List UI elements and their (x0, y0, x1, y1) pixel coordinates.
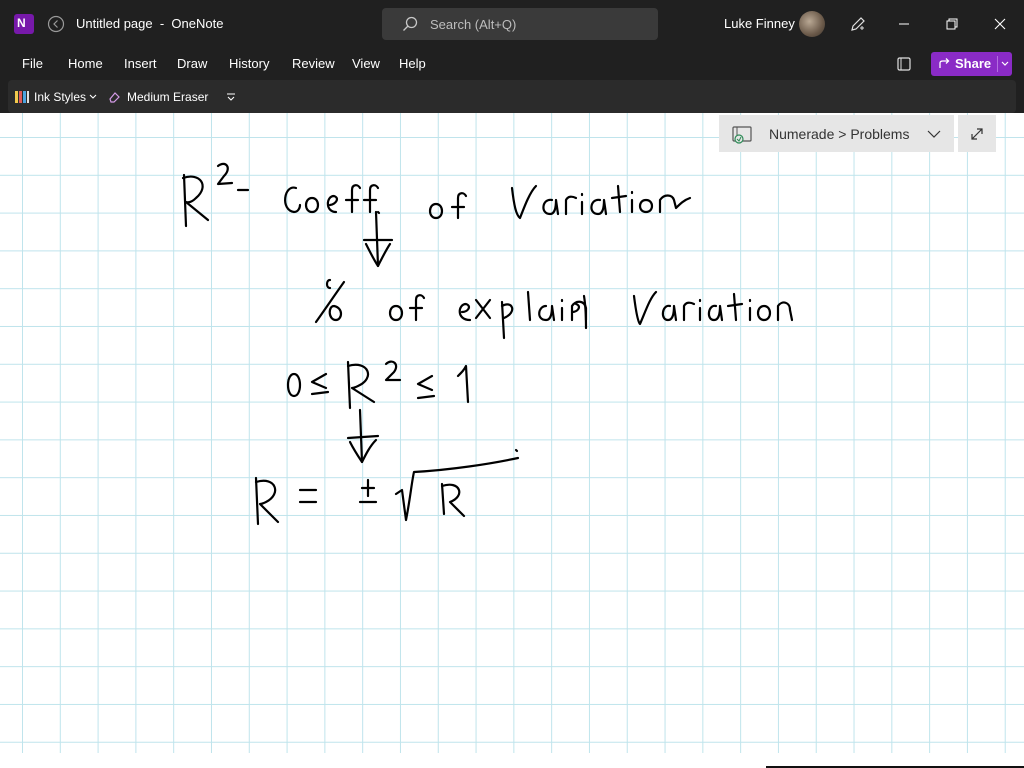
fullscreen-button[interactable] (958, 115, 996, 152)
expand-icon (971, 127, 983, 140)
ink-line-explained-variation (314, 278, 794, 340)
notebook-location-label: Numerade > Problems (769, 126, 910, 142)
notebook-location-picker[interactable]: Numerade > Problems (719, 115, 954, 152)
ink-line-r-squared-coeff (181, 162, 692, 228)
ink-arrow-down-2 (346, 408, 380, 464)
notebook-sync-icon (732, 126, 752, 144)
ink-arrow-down-1 (362, 210, 394, 268)
ink-line-r-equals-sqrt (254, 448, 520, 526)
ink-line-r-squared-bounds (286, 360, 470, 410)
chevron-down-icon (927, 130, 941, 138)
